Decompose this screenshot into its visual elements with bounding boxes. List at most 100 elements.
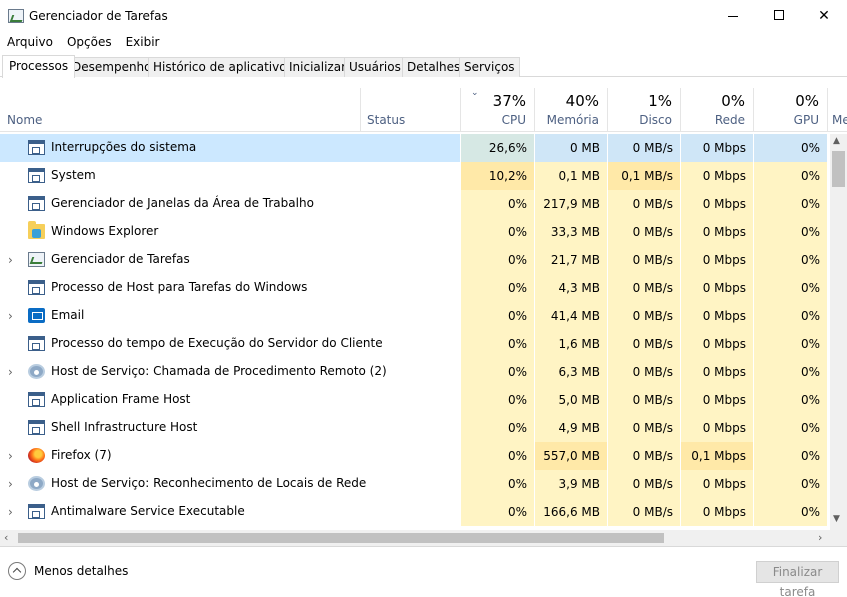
less-details-link[interactable]: Menos detalhes: [34, 564, 128, 578]
process-network-cell: 0 Mbps: [680, 134, 753, 162]
process-name: Firefox (7): [51, 448, 112, 462]
network-label: Rede: [714, 113, 745, 127]
column-header-disk[interactable]: 1% Disco: [607, 88, 680, 132]
process-name-cell[interactable]: Shell Infrastructure Host: [0, 414, 460, 442]
window-icon: [28, 420, 45, 435]
process-row[interactable]: › Firefox (7) 0% 557,0 MB 0 MB/s 0,1 Mbps 0%: [0, 442, 830, 470]
process-row[interactable]: System 10,2% 0,1 MB 0,1 MB/s 0 Mbps 0%: [0, 162, 830, 190]
process-name-cell[interactable]: System: [0, 162, 460, 190]
process-name-cell[interactable]: Gerenciador de Janelas da Área de Trabal…: [0, 190, 460, 218]
process-gpu-cell: 0%: [753, 274, 827, 302]
collapse-chevron-icon[interactable]: [8, 562, 26, 580]
column-header-memory[interactable]: 40% Memória: [534, 88, 607, 132]
mail-icon: [28, 308, 45, 323]
column-header-cpu[interactable]: 37% CPU: [460, 88, 534, 132]
process-name-cell[interactable]: Interrupções do sistema: [0, 134, 460, 162]
column-header-gpu[interactable]: 0% GPU: [753, 88, 827, 132]
minimize-button[interactable]: [710, 0, 756, 32]
tab-usuarios[interactable]: Usuários: [344, 57, 406, 77]
process-memory-cell: 3,9 MB: [534, 470, 607, 498]
expand-chevron-icon[interactable]: ›: [8, 478, 18, 490]
vertical-scrollbar[interactable]: ▲ ▼: [830, 134, 847, 530]
menu-exibir[interactable]: Exibir: [119, 33, 167, 51]
process-name-cell[interactable]: › Host de Serviço: Chamada de Procediment…: [0, 358, 460, 386]
process-row[interactable]: › Host de Serviço: Reconhecimento de Loca…: [0, 470, 830, 498]
expand-chevron-icon[interactable]: ›: [8, 310, 18, 322]
process-cpu-cell: 10,2%: [460, 162, 534, 190]
column-header-name[interactable]: Nome: [7, 113, 42, 127]
window-icon: [28, 336, 45, 351]
process-name-cell[interactable]: › Host de Serviço: Reconhecimento de Loca…: [0, 470, 460, 498]
tab-servicos[interactable]: Serviços: [459, 57, 520, 77]
process-row[interactable]: › Gerenciador de Tarefas 0% 21,7 MB 0 MB/s 0 …: [0, 246, 830, 274]
tab-detalhes[interactable]: Detalhes: [402, 57, 466, 77]
process-cpu-cell: 0%: [460, 274, 534, 302]
process-name-cell[interactable]: Windows Explorer: [0, 218, 460, 246]
menu-opcoes[interactable]: Opções: [60, 33, 119, 51]
process-row[interactable]: Application Frame Host 0% 5,0 MB 0 MB/s 0 Mb…: [0, 386, 830, 414]
process-disk-cell: 0 MB/s: [607, 218, 680, 246]
menu-arquivo[interactable]: Arquivo: [0, 33, 60, 51]
process-row[interactable]: › Antimalware Service Executable 0% 166,6 M…: [0, 498, 830, 526]
process-network-cell: 0 Mbps: [680, 218, 753, 246]
process-row[interactable]: Windows Explorer 0% 33,3 MB 0 MB/s 0 Mbps 0%: [0, 218, 830, 246]
process-row[interactable]: Interrupções do sistema 26,6% 0 MB 0 MB/s 0 …: [0, 134, 830, 162]
process-name-cell[interactable]: Processo de Host para Tarefas do Windows: [0, 274, 460, 302]
cpu-label: CPU: [501, 113, 526, 127]
expand-chevron-icon[interactable]: ›: [8, 366, 18, 378]
process-gpu-cell: 0%: [753, 414, 827, 442]
menu-bar: Arquivo Opções Exibir: [0, 33, 847, 53]
minimize-icon: [728, 16, 738, 17]
task-manager-icon: [8, 9, 24, 23]
horizontal-scroll-thumb[interactable]: [18, 533, 664, 543]
expand-chevron-icon[interactable]: ›: [8, 254, 18, 266]
process-row[interactable]: Processo de Host para Tarefas do Windows…: [0, 274, 830, 302]
process-name-cell[interactable]: Application Frame Host: [0, 386, 460, 414]
process-memory-cell: 1,6 MB: [534, 330, 607, 358]
window-icon: [28, 140, 45, 155]
process-network-cell: 0 Mbps: [680, 162, 753, 190]
horizontal-scrollbar[interactable]: ‹ ›: [0, 530, 830, 546]
process-name-cell[interactable]: › Antimalware Service Executable: [0, 498, 460, 526]
process-disk-cell: 0,1 MB/s: [607, 162, 680, 190]
column-header-status[interactable]: Status: [360, 88, 460, 132]
expand-chevron-icon[interactable]: ›: [8, 450, 18, 462]
process-name: Gerenciador de Janelas da Área de Trabal…: [51, 196, 314, 210]
process-disk-cell: 0 MB/s: [607, 190, 680, 218]
footer: Menos detalhes Finalizar tarefa: [0, 546, 847, 597]
tab-processos[interactable]: Processos: [2, 55, 76, 78]
scroll-down-icon[interactable]: ▼: [833, 514, 840, 524]
tab-inicializar[interactable]: Inicializar: [284, 57, 352, 77]
gear-icon: [28, 476, 45, 491]
process-name: Host de Serviço: Chamada de Procedimento…: [51, 364, 387, 378]
scroll-left-icon[interactable]: ‹: [4, 531, 8, 544]
vertical-scroll-thumb[interactable]: [832, 151, 845, 187]
maximize-button[interactable]: [756, 0, 802, 32]
gpu-total: 0%: [795, 92, 819, 110]
process-row[interactable]: › Email 0% 41,4 MB 0 MB/s 0 Mbps 0%: [0, 302, 830, 330]
process-gpu-cell: 0%: [753, 470, 827, 498]
process-memory-cell: 166,6 MB: [534, 498, 607, 526]
process-row[interactable]: Shell Infrastructure Host 0% 4,9 MB 0 MB/s 0…: [0, 414, 830, 442]
process-name-cell[interactable]: › Firefox (7): [0, 442, 460, 470]
window-icon: [28, 168, 45, 183]
process-name: Interrupções do sistema: [51, 140, 197, 154]
process-row[interactable]: Gerenciador de Janelas da Área de Trabal…: [0, 190, 830, 218]
tab-historico[interactable]: Histórico de aplicativos: [148, 57, 298, 77]
process-name-cell[interactable]: › Email: [0, 302, 460, 330]
column-header-more[interactable]: Me: [827, 88, 847, 132]
scroll-up-icon[interactable]: ▲: [833, 136, 840, 146]
scroll-right-icon[interactable]: ›: [818, 531, 822, 544]
end-task-button[interactable]: Finalizar tarefa: [756, 561, 839, 597]
process-gpu-cell: 0%: [753, 134, 827, 162]
close-icon: ✕: [818, 8, 830, 24]
process-name-cell[interactable]: › Gerenciador de Tarefas: [0, 246, 460, 274]
close-button[interactable]: ✕: [801, 0, 847, 32]
tab-desempenho[interactable]: Desempenho: [67, 57, 157, 77]
process-row[interactable]: › Host de Serviço: Chamada de Procediment…: [0, 358, 830, 386]
process-row[interactable]: Processo do tempo de Execução do Servido…: [0, 330, 830, 358]
expand-chevron-icon[interactable]: ›: [8, 506, 18, 518]
process-cpu-cell: 0%: [460, 358, 534, 386]
column-header-network[interactable]: 0% Rede: [680, 88, 753, 132]
process-name-cell[interactable]: Processo do tempo de Execução do Servido…: [0, 330, 460, 358]
